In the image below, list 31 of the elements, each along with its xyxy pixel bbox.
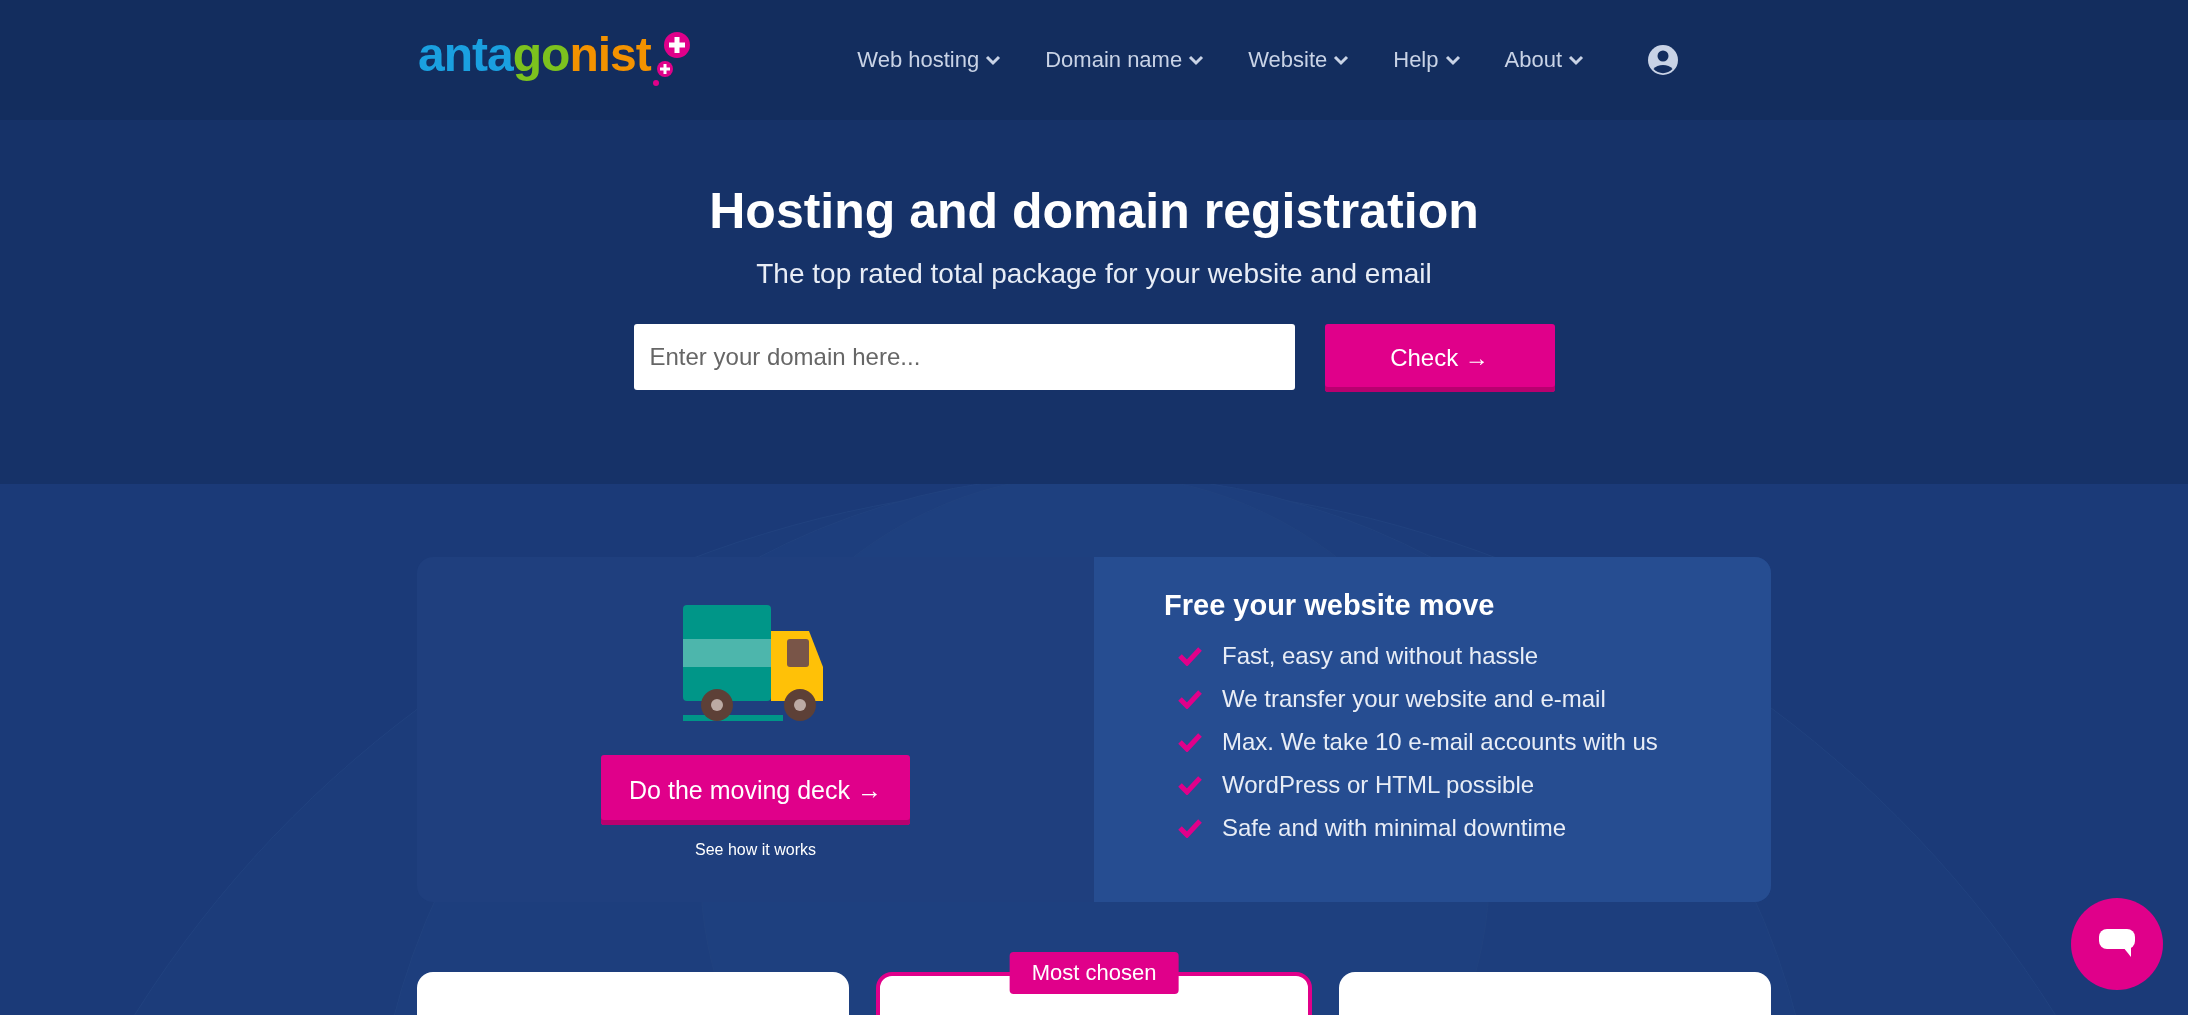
check-icon xyxy=(1178,645,1202,666)
logo[interactable]: antagonist xyxy=(418,31,651,79)
feature-text: We transfer your website and e-mail xyxy=(1222,684,1606,713)
hero-subtitle: The top rated total package for your website and email xyxy=(756,258,1432,290)
check-icon xyxy=(1178,817,1202,838)
chevron-down-icon xyxy=(1333,54,1350,66)
check-icon xyxy=(1178,731,1202,752)
user-icon[interactable] xyxy=(1648,45,1678,75)
nav-menu[interactable]: Web hosting xyxy=(857,47,1002,73)
move-title: Free your website move xyxy=(1164,589,1496,622)
moving-deck-button[interactable]: Do the moving deck → xyxy=(601,755,910,825)
most-chosen-badge: Most chosen xyxy=(1009,952,1179,994)
chevron-down-icon xyxy=(1568,54,1584,66)
plus-icon xyxy=(652,31,693,89)
hero-title: Hosting and domain registration xyxy=(709,182,1479,240)
nav-menu[interactable]: About xyxy=(1504,47,1584,73)
check-button[interactable]: Check → xyxy=(1324,324,1555,392)
nav-menu[interactable]: Website xyxy=(1248,47,1350,73)
feature-text: Safe and with minimal downtime xyxy=(1222,813,1567,842)
check-icon xyxy=(1178,774,1202,795)
chevron-down-icon xyxy=(1188,54,1205,66)
how-it-works-link[interactable]: See how it works xyxy=(695,841,816,859)
nav-menu[interactable]: Domain name xyxy=(1045,47,1205,73)
feature-text: WordPress or HTML possible xyxy=(1222,770,1535,799)
check-icon xyxy=(1178,688,1202,709)
domain-search-field[interactable]: Enter your domain here... xyxy=(633,324,1295,390)
chevron-down-icon xyxy=(985,54,1002,66)
chevron-down-icon xyxy=(1444,54,1461,66)
feature-text: Fast, easy and without hassle xyxy=(1222,641,1539,670)
nav-menu[interactable]: Help xyxy=(1393,47,1461,73)
feature-text: Max. We take 10 e-mail accounts with us xyxy=(1222,727,1658,756)
